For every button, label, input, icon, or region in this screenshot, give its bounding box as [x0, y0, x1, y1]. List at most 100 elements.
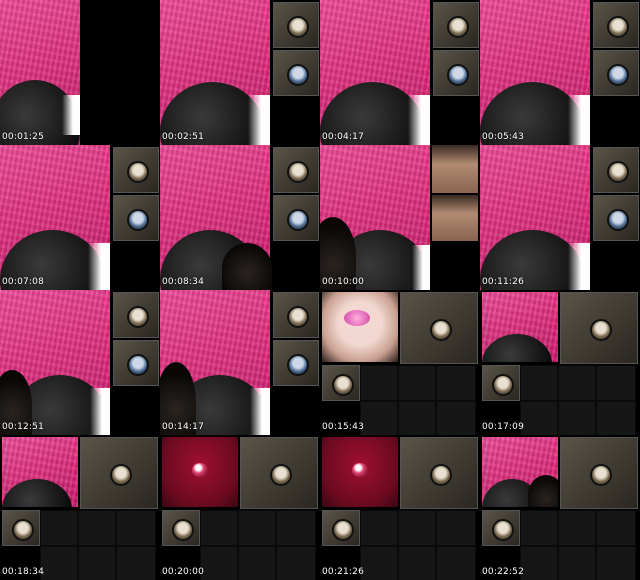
participant-thumbnail[interactable]	[322, 365, 360, 401]
lens-reflection	[352, 463, 368, 477]
empty-tile	[436, 401, 476, 435]
empty-tile	[360, 365, 398, 401]
person-avatar-icon	[332, 374, 354, 396]
frame-9[interactable]: 00:12:51	[0, 290, 160, 435]
frame-2[interactable]: 00:02:51	[160, 0, 320, 145]
person-avatar-blue-icon	[287, 64, 309, 86]
frame-13[interactable]: 00:18:34	[0, 435, 160, 580]
frame-timestamp: 00:10:00	[322, 277, 365, 287]
person-avatar-blue-icon	[127, 354, 149, 376]
participant-thumbnail[interactable]	[273, 340, 319, 386]
person-avatar-blue-icon	[430, 464, 452, 486]
participant-video[interactable]	[560, 437, 638, 509]
empty-tile	[436, 365, 476, 401]
person-avatar-blue-icon	[607, 209, 629, 231]
participant-thumbnail[interactable]	[113, 340, 159, 386]
frame-timestamp: 00:14:17	[162, 422, 205, 432]
participant-thumbnail[interactable]	[273, 292, 319, 338]
main-video-feed	[322, 437, 398, 507]
participant-video[interactable]	[80, 437, 158, 509]
frame-timestamp: 00:05:43	[482, 132, 525, 142]
person-head	[528, 475, 558, 507]
participant-video[interactable]	[400, 292, 478, 364]
participant-thumbnail[interactable]	[593, 2, 639, 48]
participant-thumbnail[interactable]	[593, 50, 639, 96]
person-avatar-blue-icon	[127, 209, 149, 231]
frame-12[interactable]: 00:17:09	[480, 290, 640, 435]
frame-10[interactable]: 00:14:17	[160, 290, 320, 435]
main-video-feed	[2, 437, 78, 507]
participant-thumbnail[interactable]	[273, 2, 319, 48]
person-avatar-icon	[607, 161, 629, 183]
frame-6[interactable]: 00:08:34	[160, 145, 320, 290]
frame-16[interactable]: 00:22:52	[480, 435, 640, 580]
empty-tile	[398, 365, 436, 401]
participant-thumbnail[interactable]	[113, 195, 159, 241]
empty-tile	[398, 401, 436, 435]
participant-thumbnail[interactable]	[113, 292, 159, 338]
person-avatar-icon	[332, 519, 354, 541]
participant-thumbnail[interactable]	[2, 510, 40, 546]
frame-1[interactable]: 00:01:25	[0, 0, 160, 145]
person-avatar-blue-icon	[287, 354, 309, 376]
frame-timestamp: 00:20:00	[162, 567, 205, 577]
frame-14[interactable]: 00:20:00	[160, 435, 320, 580]
participant-thumbnail[interactable]	[482, 510, 520, 546]
participant-thumbnail[interactable]	[433, 2, 479, 48]
frame-timestamp: 00:04:17	[322, 132, 365, 142]
person-avatar-icon	[607, 16, 629, 38]
lens-reflection	[192, 463, 208, 477]
participant-video[interactable]	[560, 292, 638, 364]
participant-thumbnail[interactable]	[273, 147, 319, 193]
participant-video[interactable]	[432, 195, 478, 241]
person-avatar-blue-icon	[590, 319, 612, 341]
participant-thumbnail[interactable]	[162, 510, 200, 546]
frame-11[interactable]: 00:15:43	[320, 290, 480, 435]
frame-4[interactable]: 00:05:43	[480, 0, 640, 145]
participant-video[interactable]	[400, 437, 478, 509]
participant-video[interactable]	[240, 437, 318, 509]
person-avatar-icon	[447, 16, 469, 38]
person-avatar-blue-icon	[430, 319, 452, 341]
frame-timestamp: 00:02:51	[162, 132, 205, 142]
person-avatar-icon	[492, 519, 514, 541]
person-avatar-blue-icon	[590, 464, 612, 486]
participant-thumbnail[interactable]	[113, 147, 159, 193]
person-avatar-blue-icon	[270, 464, 292, 486]
nose-filter	[344, 310, 370, 326]
participant-thumbnail[interactable]	[433, 50, 479, 96]
speaker-video[interactable]	[322, 292, 398, 362]
frame-timestamp: 00:12:51	[2, 422, 45, 432]
participant-video[interactable]	[432, 145, 478, 193]
person-avatar-blue-icon	[110, 464, 132, 486]
main-video-feed	[482, 437, 558, 507]
participant-thumbnail[interactable]	[273, 195, 319, 241]
frame-7[interactable]: 00:10:00	[320, 145, 480, 290]
person-avatar-icon	[287, 16, 309, 38]
frame-timestamp: 00:15:43	[322, 422, 365, 432]
participant-thumbnail[interactable]	[322, 510, 360, 546]
participant-thumbnail[interactable]	[482, 365, 520, 401]
frame-timestamp: 00:22:52	[482, 567, 525, 577]
person-avatar-icon	[172, 519, 194, 541]
person-avatar-icon	[127, 306, 149, 328]
person-avatar-icon	[127, 161, 149, 183]
participant-thumbnail[interactable]	[593, 195, 639, 241]
participant-thumbnail[interactable]	[273, 50, 319, 96]
frame-timestamp: 00:11:26	[482, 277, 525, 287]
frame-8[interactable]: 00:11:26	[480, 145, 640, 290]
person-avatar-blue-icon	[607, 64, 629, 86]
frame-timestamp: 00:17:09	[482, 422, 525, 432]
video-thumbnail-grid: 00:01:25 00:02:51 00:04:17 00:05:43 00:0…	[0, 0, 640, 580]
frame-3[interactable]: 00:04:17	[320, 0, 480, 145]
frame-timestamp: 00:18:34	[2, 567, 45, 577]
person-head	[222, 243, 272, 290]
participant-thumbnail[interactable]	[593, 147, 639, 193]
person-avatar-icon	[287, 161, 309, 183]
main-video-feed	[162, 437, 238, 507]
frame-15[interactable]: 00:21:26	[320, 435, 480, 580]
frame-5[interactable]: 00:07:08	[0, 145, 160, 290]
empty-tile	[360, 401, 398, 435]
person-avatar-icon	[12, 519, 34, 541]
frame-timestamp: 00:01:25	[2, 132, 45, 142]
